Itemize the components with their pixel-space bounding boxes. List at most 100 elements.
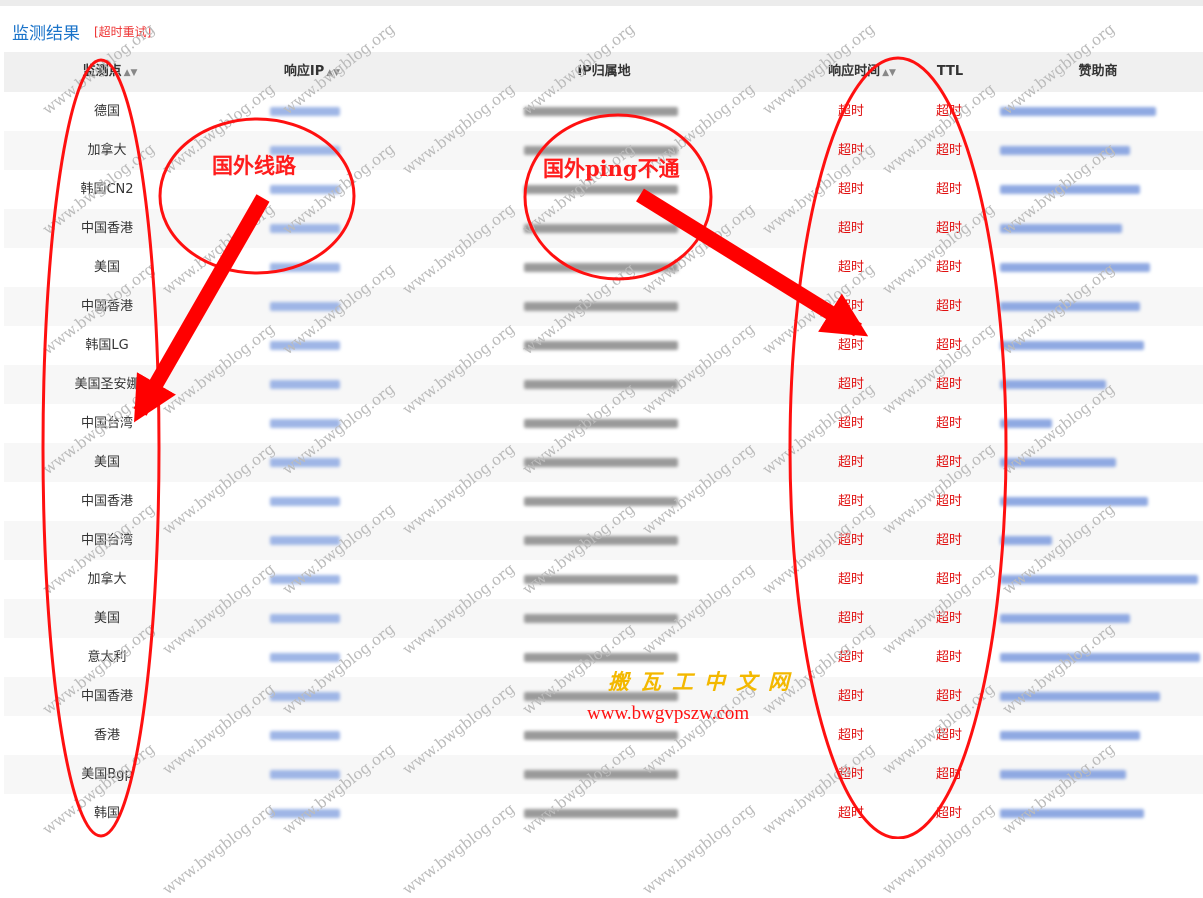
sponsor-cell[interactable] (1000, 716, 1140, 755)
sponsor-cell[interactable] (1000, 755, 1126, 794)
sort-arrows-icon[interactable]: ▲▼ (124, 68, 138, 78)
col-header-time[interactable]: 响应时间 ▲▼ (810, 52, 914, 92)
sponsor-cell[interactable] (1000, 170, 1140, 209)
monitor-node-cell: 德国 (93, 104, 120, 119)
monitor-node-cell: 加拿大 (87, 143, 127, 158)
redacted-sponsor-link[interactable] (1000, 653, 1200, 662)
redacted-location (524, 809, 678, 818)
response-time-cell: 超时 (837, 416, 864, 431)
sponsor-cell[interactable] (1000, 209, 1122, 248)
col-header-node[interactable]: 监测点 ▲▼ (64, 52, 156, 92)
response-time-cell: 超时 (837, 533, 864, 548)
response-time-cell: 超时 (837, 143, 864, 158)
redacted-sponsor-link[interactable] (1000, 458, 1116, 467)
sponsor-cell[interactable] (1000, 677, 1160, 716)
redacted-location (524, 302, 678, 311)
ip-location-cell (524, 365, 680, 404)
redacted-location (524, 185, 678, 194)
response-ip-cell (270, 638, 342, 677)
ttl-cell: 超时 (935, 143, 962, 158)
table-row: 韩国LG 超时 超时 (4, 326, 1203, 365)
monitor-node-cell: 美国圣安娜 (74, 377, 140, 392)
sponsor-cell[interactable] (1000, 482, 1148, 521)
response-ip-cell (270, 677, 342, 716)
sponsor-cell[interactable] (1000, 248, 1150, 287)
sort-arrows-icon[interactable]: ▲▼ (882, 68, 896, 78)
redacted-sponsor-link[interactable] (1000, 809, 1144, 818)
redacted-sponsor-link[interactable] (1000, 497, 1148, 506)
monitor-node-cell: 意大利 (87, 650, 127, 665)
redacted-sponsor-link[interactable] (1000, 770, 1126, 779)
response-time-cell: 超时 (837, 650, 864, 665)
redacted-sponsor-link[interactable] (1000, 614, 1130, 623)
timeout-retry-link[interactable]: [超时重试] (94, 23, 151, 40)
ip-location-cell (524, 794, 680, 833)
brand-url-watermark: www.bwgvpszw.com (587, 703, 750, 724)
col-header-ttl-label: TTL (936, 64, 964, 79)
monitor-node-cell: 韩国CN2 (80, 182, 134, 197)
response-ip-cell (270, 716, 342, 755)
ttl-cell: 超时 (935, 182, 962, 197)
redacted-sponsor-link[interactable] (1000, 536, 1052, 545)
ip-location-cell (524, 755, 680, 794)
sponsor-cell[interactable] (1000, 560, 1198, 599)
ttl-cell: 超时 (935, 338, 962, 353)
sponsor-cell[interactable] (1000, 326, 1144, 365)
col-header-node-label: 监测点 (82, 64, 122, 79)
redacted-sponsor-link[interactable] (1000, 380, 1106, 389)
sponsor-cell[interactable] (1000, 131, 1130, 170)
monitor-node-cell: 加拿大 (87, 572, 127, 587)
redacted-sponsor-link[interactable] (1000, 731, 1140, 740)
response-time-cell: 超时 (837, 611, 864, 626)
response-time-cell: 超时 (837, 182, 864, 197)
redacted-sponsor-link[interactable] (1000, 224, 1122, 233)
sponsor-cell[interactable] (1000, 404, 1052, 443)
redacted-sponsor-link[interactable] (1000, 185, 1140, 194)
ttl-cell: 超时 (935, 806, 962, 821)
redacted-sponsor-link[interactable] (1000, 146, 1130, 155)
redacted-sponsor-link[interactable] (1000, 341, 1144, 350)
ttl-cell: 超时 (935, 767, 962, 782)
redacted-location (524, 575, 678, 584)
sponsor-cell[interactable] (1000, 443, 1116, 482)
col-header-location: IP归属地 (564, 52, 644, 92)
table-row: 中国香港 超时 超时 (4, 482, 1203, 521)
redacted-location (524, 419, 678, 428)
table-row: 美国圣安娜 超时 超时 (4, 365, 1203, 404)
monitor-node-cell: 中国香港 (80, 221, 133, 236)
redacted-sponsor-link[interactable] (1000, 692, 1160, 701)
sponsor-cell[interactable] (1000, 365, 1106, 404)
ttl-cell: 超时 (935, 260, 962, 275)
redacted-sponsor-link[interactable] (1000, 263, 1150, 272)
sort-arrows-icon[interactable]: ▲▼ (326, 68, 340, 78)
sponsor-cell[interactable] (1000, 794, 1144, 833)
ttl-cell: 超时 (935, 689, 962, 704)
col-header-ip[interactable]: 响应IP ▲▼ (266, 52, 358, 92)
response-time-cell: 超时 (837, 689, 864, 704)
col-header-ttl: TTL (924, 52, 976, 92)
sponsor-cell[interactable] (1000, 287, 1140, 326)
monitor-node-cell: 中国台湾 (80, 416, 133, 431)
sponsor-cell[interactable] (1000, 92, 1156, 131)
redacted-location (524, 107, 678, 116)
response-time-cell: 超时 (837, 455, 864, 470)
redacted-ip (270, 380, 340, 389)
table-row: 德国 超时 超时 (4, 92, 1203, 131)
response-ip-cell (270, 560, 342, 599)
redacted-ip (270, 497, 340, 506)
redacted-sponsor-link[interactable] (1000, 575, 1198, 584)
response-ip-cell (270, 599, 342, 638)
redacted-ip (270, 809, 340, 818)
sponsor-cell[interactable] (1000, 521, 1052, 560)
redacted-sponsor-link[interactable] (1000, 302, 1140, 311)
sponsor-cell[interactable] (1000, 599, 1130, 638)
monitor-node-cell: 美国 (93, 455, 120, 470)
monitor-node-cell: 中国香港 (80, 299, 133, 314)
redacted-sponsor-link[interactable] (1000, 419, 1052, 428)
redacted-sponsor-link[interactable] (1000, 107, 1156, 116)
response-ip-cell (270, 755, 342, 794)
sponsor-cell[interactable] (1000, 638, 1200, 677)
table-row: 美国 超时 超时 (4, 248, 1203, 287)
response-ip-cell (270, 326, 342, 365)
response-time-cell: 超时 (837, 494, 864, 509)
